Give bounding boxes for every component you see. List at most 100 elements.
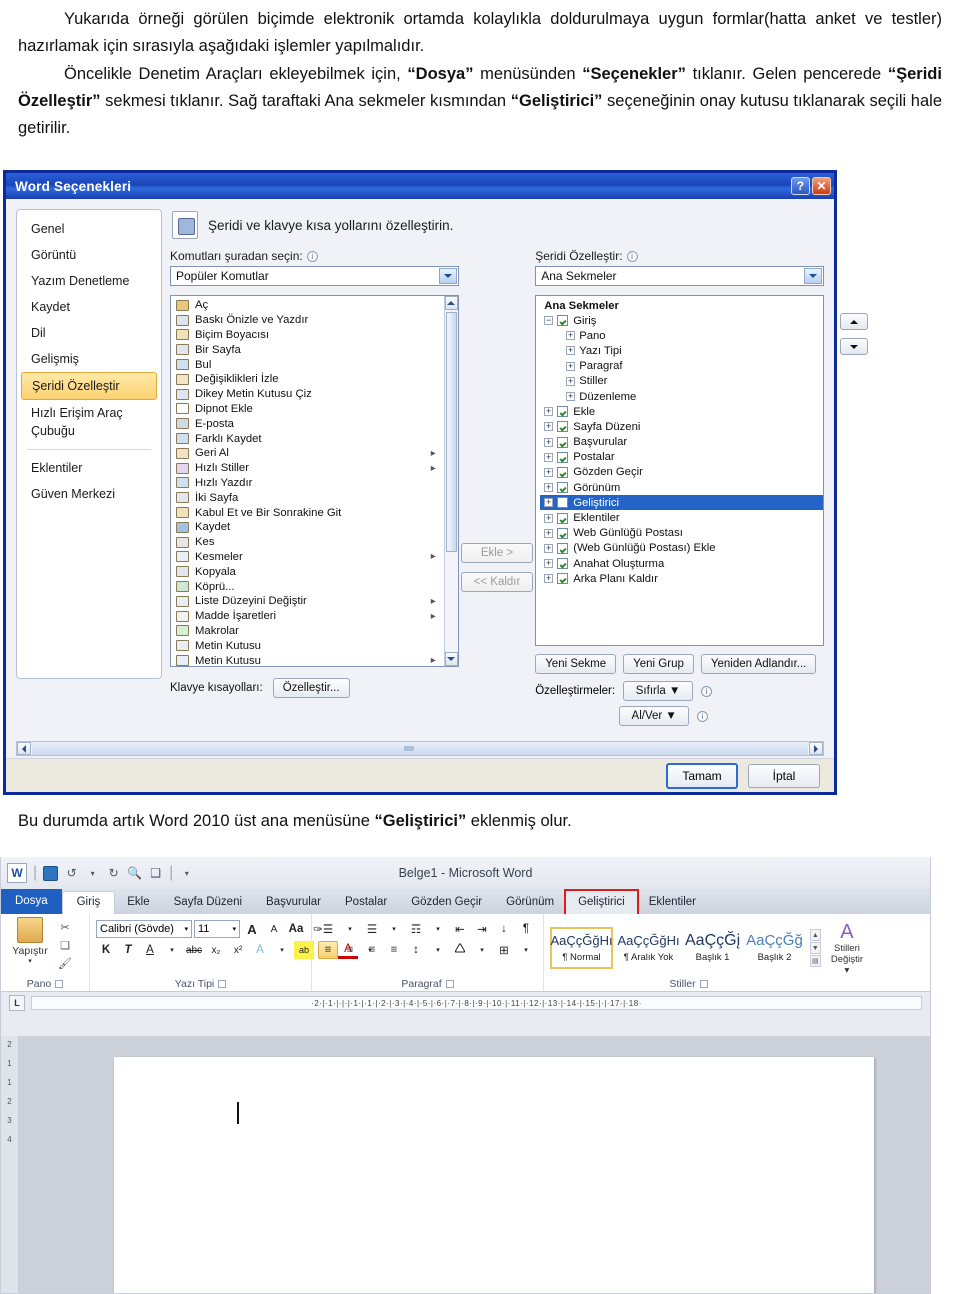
ok-button[interactable]: Tamam — [666, 762, 738, 789]
command-list-item[interactable]: Bul — [175, 357, 444, 372]
scroll-up-icon[interactable] — [444, 296, 458, 310]
ribbon-tab-checkbox[interactable] — [557, 466, 569, 478]
ribbon-tab-dosya[interactable]: Dosya — [1, 889, 62, 914]
multilevel-list-icon[interactable]: ☶ — [406, 920, 426, 938]
command-list-item[interactable]: Kesmeler ▸ — [175, 550, 444, 565]
scroll-left-icon[interactable] — [17, 742, 31, 755]
numbering-icon[interactable]: ☰ — [362, 920, 382, 938]
ribbon-tree-item[interactable]: + Düzenleme — [540, 389, 823, 404]
styles-more-icon[interactable]: ▤ — [809, 955, 821, 967]
command-list-item[interactable]: Dipnot Ekle — [175, 402, 444, 417]
move-down-icon[interactable] — [839, 338, 868, 355]
style-normal[interactable]: AaÇçĞğHı ¶ Normal — [550, 927, 613, 969]
dialog-horizontal-scrollbar[interactable] — [16, 741, 824, 756]
borders-icon[interactable]: ⊞ — [494, 941, 514, 959]
submenu-arrow-icon[interactable]: ▸ — [431, 611, 444, 622]
styles-scroll-up-icon[interactable]: ▲ — [809, 929, 821, 941]
sidebar-item-kaydet[interactable]: Kaydet — [17, 294, 161, 320]
command-list-item[interactable]: Madde İşaretleri ▸ — [175, 609, 444, 624]
expand-icon[interactable]: + — [544, 574, 554, 584]
ribbon-tree-item[interactable]: + Pano — [540, 328, 823, 343]
commands-source-dropdown[interactable]: Popüler Komutlar — [170, 266, 459, 286]
ribbon-tree-item[interactable]: − Giriş — [540, 313, 823, 328]
command-list-item[interactable]: Biçim Boyacısı — [175, 328, 444, 343]
line-spacing-dropdown-icon[interactable]: ▾ — [428, 941, 448, 959]
ribbon-tab-checkbox[interactable] — [557, 573, 569, 585]
justify-icon[interactable]: ≡ — [384, 941, 404, 959]
sidebar-item-seridi-ozellestir[interactable]: Şeridi Özelleştir — [21, 372, 157, 400]
info-icon-4[interactable]: i — [697, 710, 709, 722]
reset-button[interactable]: Sıfırla ▼ — [623, 681, 694, 701]
chevron-down-icon[interactable] — [438, 268, 457, 284]
line-spacing-icon[interactable]: ↕ — [406, 941, 426, 959]
commands-listbox[interactable]: Aç Baskı Önizle ve Yazdır Biçim Boyacısı Bi… — [170, 295, 459, 667]
cancel-button[interactable]: İptal — [748, 763, 820, 788]
expand-icon[interactable]: + — [566, 331, 576, 341]
scroll-right-icon[interactable] — [809, 742, 823, 755]
command-list-item[interactable]: Kopyala — [175, 564, 444, 579]
expand-icon[interactable]: + — [544, 422, 554, 432]
new-tab-button[interactable]: Yeni Sekme — [535, 654, 617, 674]
remove-button[interactable]: << Kaldır — [460, 572, 533, 592]
strikethrough-icon[interactable]: abc — [184, 941, 204, 959]
change-styles-button[interactable]: A Stilleri Değiştir ▾ — [831, 921, 863, 976]
align-right-icon[interactable]: ≡ — [362, 941, 382, 959]
command-list-item[interactable]: Geri Al ▸ — [175, 446, 444, 461]
chevron-down-icon-2[interactable] — [803, 268, 822, 284]
paragraph-dialog-launcher-icon[interactable] — [445, 980, 454, 988]
style-heading-1[interactable]: AaÇçĞį Başlık 1 — [684, 927, 742, 969]
bullets-icon[interactable]: ☰ — [318, 920, 338, 938]
ribbon-tree-item[interactable]: + Anahat Oluşturma — [540, 556, 823, 571]
move-up-icon[interactable] — [839, 313, 868, 330]
ribbon-tree-item[interactable]: + Gözden Geçir — [540, 465, 823, 480]
command-list-item[interactable]: Aç — [175, 298, 444, 313]
command-list-item[interactable]: Metin Kutusu — [175, 638, 444, 653]
command-list-item[interactable]: Dikey Metin Kutusu Çiz — [175, 387, 444, 402]
ribbon-tab-checkbox[interactable] — [557, 315, 569, 327]
help-icon[interactable]: ? — [791, 177, 810, 195]
sidebar-item-hizli-erisim[interactable]: Hızlı Erişim Araç Çubuğu — [17, 400, 161, 444]
shading-icon[interactable]: 🛆 — [450, 941, 470, 959]
ribbon-tree-item[interactable]: + Sayfa Düzeni — [540, 419, 823, 434]
expand-icon[interactable]: + — [566, 392, 576, 402]
submenu-arrow-icon[interactable]: ▸ — [431, 596, 444, 607]
chevron-down-icon-size[interactable]: ▾ — [232, 925, 236, 933]
command-list-item[interactable]: Kes — [175, 535, 444, 550]
text-effects-dropdown-icon[interactable]: ▾ — [272, 941, 292, 959]
expand-icon[interactable]: + — [544, 559, 554, 569]
command-list-item[interactable]: Hızlı Stiller ▸ — [175, 461, 444, 476]
sidebar-item-goruntu[interactable]: Görüntü — [17, 242, 161, 268]
new-group-button[interactable]: Yeni Grup — [623, 654, 694, 674]
align-center-icon[interactable]: ≡ — [340, 941, 360, 959]
command-list-item[interactable]: Makrolar — [175, 624, 444, 639]
style-heading-2[interactable]: AaÇçĞğ Başlık 2 — [745, 927, 804, 969]
decrease-indent-icon[interactable]: ⇤ — [450, 920, 470, 938]
ribbon-tab-görünüm[interactable]: Görünüm — [494, 891, 566, 914]
expand-icon[interactable]: + — [544, 452, 554, 462]
scrollbar-thumb[interactable] — [445, 312, 457, 552]
sidebar-item-guven-merkezi[interactable]: Güven Merkezi — [17, 481, 161, 507]
command-list-item[interactable]: İki Sayfa — [175, 490, 444, 505]
expand-icon[interactable]: + — [544, 528, 554, 538]
subscript-icon[interactable]: x₂ — [206, 941, 226, 959]
command-list-item[interactable]: Köprü... — [175, 579, 444, 594]
ribbon-tab-checkbox[interactable] — [557, 512, 569, 524]
command-list-item[interactable]: Metin Kutusu ▸ — [175, 653, 444, 666]
close-icon[interactable]: ✕ — [812, 177, 831, 195]
expand-icon[interactable]: + — [566, 346, 576, 356]
underline-icon[interactable]: A — [140, 941, 160, 959]
command-list-item[interactable]: Kaydet — [175, 520, 444, 535]
borders-dropdown-icon[interactable]: ▾ — [516, 941, 536, 959]
font-dialog-launcher-icon[interactable] — [218, 980, 227, 988]
expand-icon[interactable]: + — [566, 376, 576, 386]
copy-icon[interactable]: ❏ — [57, 937, 73, 953]
submenu-arrow-icon[interactable]: ▸ — [431, 463, 444, 474]
paste-button[interactable]: Yapıştır ▾ — [7, 917, 53, 965]
horizontal-ruler[interactable]: ·2·|·1·|·|·|·1·|·1·|·2·|·3·|·4·|·5·|·6·|… — [31, 996, 922, 1010]
command-list-item[interactable]: Farklı Kaydet — [175, 431, 444, 446]
ribbon-tab-giriş[interactable]: Giriş — [61, 891, 116, 914]
expand-icon[interactable]: + — [544, 498, 554, 508]
ribbon-tree-item[interactable]: + Ekle — [540, 404, 823, 419]
superscript-icon[interactable]: x² — [228, 941, 248, 959]
ribbon-tab-eklentiler[interactable]: Eklentiler — [637, 891, 708, 914]
